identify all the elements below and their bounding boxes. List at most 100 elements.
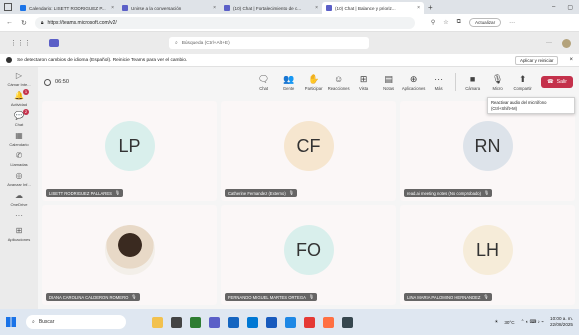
participant-initials: LH	[475, 239, 499, 260]
notes-button[interactable]: ▤ Notas	[376, 74, 401, 91]
outlook-icon[interactable]	[228, 316, 239, 328]
close-icon[interactable]: ×	[417, 5, 420, 11]
rail-item[interactable]: ▦ Calendario	[0, 131, 38, 147]
tab-title: Unirse a la conversación	[131, 5, 182, 11]
apps-button[interactable]: ⊕ Aplicaciones	[401, 74, 426, 91]
notification-badge: 1	[22, 89, 29, 95]
window-icon[interactable]	[4, 3, 12, 11]
people-button[interactable]: 👥 Gente	[276, 74, 301, 91]
browser-tab[interactable]: (10) Chat | Balance y prioriz... ×	[322, 2, 424, 14]
raise-hand-button[interactable]: ✋ Participar	[301, 74, 326, 91]
participant-name: read.ai meeting notes (No comprobado)	[407, 190, 482, 196]
widgets-icon[interactable]	[152, 316, 163, 328]
chat-button[interactable]: 🗨 Chat	[251, 74, 276, 91]
participant-avatar: LH	[462, 225, 513, 275]
rail-item[interactable]: 💬 2 Chat	[0, 109, 38, 127]
control-label: Cámara	[465, 85, 481, 91]
tray-icons[interactable]: ⌃ ◐ ⌨ ♪ ⌁	[521, 319, 544, 325]
participant-tile[interactable]: RN read.ai meeting notes (No comprobado) 🎙…	[400, 101, 575, 201]
close-icon[interactable]: ×	[111, 5, 114, 11]
more-button[interactable]: ··· Más	[426, 74, 451, 91]
avatar[interactable]	[562, 38, 571, 48]
back-icon[interactable]: ←	[6, 19, 13, 26]
camera-off-button[interactable]: ■ Cámara	[460, 74, 485, 91]
browser-tab[interactable]: Calendario: LISETT RODRIGUEZ P... ×	[16, 2, 118, 14]
explorer-icon[interactable]	[247, 316, 258, 328]
apply-restart-button[interactable]: Aplicar y reiniciar	[515, 55, 559, 65]
more-icon[interactable]: ···	[546, 40, 552, 46]
device-controls: ■ Cámara 🎙 Micro ⬆ Compartir	[460, 74, 535, 91]
app-launcher-icon[interactable]: ⋮⋮⋮	[10, 39, 31, 47]
rail-item[interactable]: ✆ Llamadas	[0, 151, 38, 167]
teams-header: ⋮⋮⋮ ⌕ Búsqueda (Ctrl+Alt+E) ···	[0, 32, 579, 54]
menu-icon[interactable]: ···	[509, 20, 515, 26]
start-icon[interactable]	[6, 317, 16, 327]
meeting-toolbar: 06:50 🗨 Chat 👥 Gente ✋ Participar ☺ Reacciones ⊞…	[38, 67, 579, 97]
participant-tile[interactable]: DIANA CAROLINA CALDERON ROMERO 🎙︎	[42, 205, 217, 305]
favorite-icon[interactable]: ☆	[443, 19, 448, 26]
participant-name: LINA MARIA PALOMINO HERNANDEZ	[407, 294, 481, 300]
share-icon: ⬆	[518, 73, 527, 84]
office-icon[interactable]	[323, 316, 334, 328]
rail-item[interactable]: ···	[0, 211, 38, 222]
chrome-icon[interactable]	[304, 316, 315, 328]
react-button[interactable]: ☺ Reacciones	[326, 74, 351, 91]
app-icon[interactable]	[342, 316, 353, 328]
rail-item[interactable]: ▷ Cámar Inte...	[0, 71, 38, 87]
participant-tile[interactable]: CF Catherine Fernandez (Externo) 🎙︎	[221, 101, 396, 201]
participant-tile[interactable]: LP LISETT RODRIGUEZ PALLARES 🎙︎	[42, 101, 217, 201]
search-input[interactable]: ⌕ Búsqueda (Ctrl+Alt+E)	[169, 37, 369, 49]
edge-icon[interactable]	[190, 316, 201, 328]
participant-name-tag: DIANA CAROLINA CALDERON ROMERO 🎙︎	[46, 293, 140, 301]
view-icon: ⊞	[359, 73, 368, 84]
browser-tab[interactable]: (10) Chat | Fortalecimiento de c... ×	[220, 2, 322, 14]
address-bar-row: ← ↻ 🔒︎ https://teams.microsoft.com/v2/ ⚲…	[0, 14, 579, 32]
word-icon[interactable]	[266, 316, 277, 328]
minimize-icon[interactable]: –	[552, 4, 555, 11]
search-icon: ⌕	[32, 319, 35, 325]
search-placeholder: Búsqueda (Ctrl+Alt+E)	[181, 40, 230, 46]
browser-tab-bar: Calendario: LISETT RODRIGUEZ P... × Unirse…	[0, 0, 579, 14]
rail-item[interactable]: ⊞ Aplicaciones	[0, 226, 38, 242]
share-button[interactable]: ⬆ Compartir	[510, 74, 535, 91]
update-button[interactable]: Actualizar	[468, 18, 502, 27]
participant-initials: FO	[296, 239, 321, 260]
browser-tab[interactable]: Unirse a la conversación ×	[118, 2, 220, 14]
taskbar-search[interactable]: ⌕ Buscar	[26, 315, 126, 329]
close-icon[interactable]: ×	[569, 57, 573, 63]
raise-hand-icon: ✋	[308, 73, 320, 84]
rail-item[interactable]: ◎ Avanzar Inf...	[0, 171, 38, 187]
chat-icon: 🗨	[257, 73, 270, 84]
tab-title: (10) Chat | Balance y prioriz...	[335, 5, 396, 11]
clock[interactable]: 10:00 a. m. 22/08/2025	[550, 316, 573, 327]
meeting-timer: 06:50	[44, 78, 69, 86]
collections-icon[interactable]: ⧉	[457, 19, 461, 26]
close-icon[interactable]: ×	[315, 5, 318, 11]
maximize-icon[interactable]: ▢	[567, 4, 573, 11]
rail-item[interactable]: ☁ OneDrive	[0, 191, 38, 207]
tab-favicon-icon	[326, 5, 332, 11]
participant-initials: CF	[296, 135, 321, 156]
divider	[455, 73, 457, 91]
mic-off-button[interactable]: 🎙 Micro	[485, 74, 510, 91]
leave-button[interactable]: ☎ Salir	[541, 76, 573, 88]
participant-tile[interactable]: LH LINA MARIA PALOMINO HERNANDEZ 🎙︎	[400, 205, 575, 305]
refresh-icon[interactable]: ↻	[21, 19, 27, 27]
new-tab-icon[interactable]: +	[428, 3, 433, 12]
notice-text: Se detectaron cambios de idioma (Español…	[17, 57, 188, 63]
phone-icon: ☎	[547, 79, 554, 85]
control-label: Notas	[383, 85, 395, 91]
participant-name: LISETT RODRIGUEZ PALLARES	[49, 190, 112, 196]
control-label: Vista	[359, 85, 369, 91]
camera-off-icon: ■	[469, 73, 476, 84]
url-field[interactable]: 🔒︎ https://teams.microsoft.com/v2/	[34, 16, 415, 29]
close-icon[interactable]: ×	[213, 5, 216, 11]
extensions-icon[interactable]: ⚲	[431, 19, 435, 26]
participant-tile[interactable]: FO FERNANDO MIGUEL MARTES ORTEGA 🎙︎	[221, 205, 396, 305]
rail-item[interactable]: 🔔 1 Actividad	[0, 89, 38, 107]
store-icon[interactable]	[285, 316, 296, 328]
view-button[interactable]: ⊞ Vista	[351, 74, 376, 91]
participant-name: DIANA CAROLINA CALDERON ROMERO	[49, 294, 129, 300]
teams-icon[interactable]	[209, 316, 220, 328]
task-view-icon[interactable]	[171, 316, 182, 328]
